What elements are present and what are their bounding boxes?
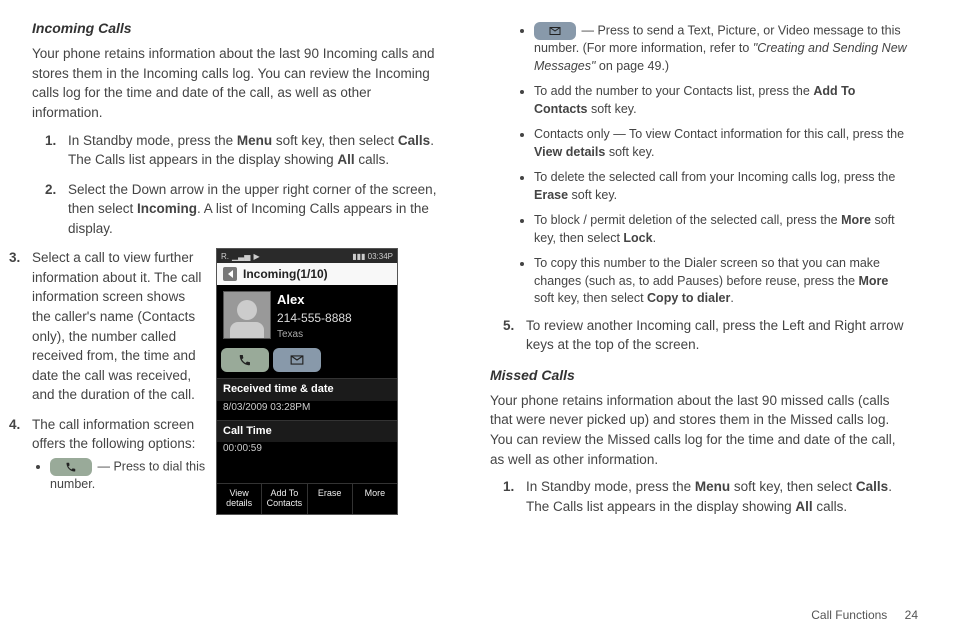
kw-menu: Menu: [237, 133, 272, 148]
step-4: The call information screen offers the f…: [24, 415, 206, 494]
kw-incoming: Incoming: [137, 201, 197, 216]
text: In Standby mode, press the: [526, 479, 695, 494]
softkey-row: View details Add To Contacts Erase More: [217, 483, 397, 514]
text: calls.: [813, 499, 848, 514]
step34-with-phone: Select a call to view further informatio…: [0, 248, 442, 514]
text: soft key.: [605, 145, 654, 159]
bullet-message: — Press to send a Text, Picture, or Vide…: [534, 22, 910, 75]
message-button[interactable]: [273, 348, 321, 372]
phone-statusbar: R. ▁▃▅ ▶ ▮▮▮ 03:34P: [217, 249, 397, 263]
step4-bullets-cont: — Press to send a Text, Picture, or Vide…: [534, 22, 910, 308]
steps-missed: In Standby mode, press the Menu soft key…: [518, 477, 910, 516]
contact-info: Alex 214-555-8888 Texas: [277, 291, 391, 342]
footer-page-number: 24: [905, 608, 918, 622]
incoming-intro: Your phone retains information about the…: [32, 44, 442, 122]
kw-all: All: [337, 152, 354, 167]
contact-location: Texas: [277, 328, 391, 343]
step-3: Select a call to view further informatio…: [24, 248, 206, 405]
kw: All: [795, 499, 812, 514]
softkey-add-contacts[interactable]: Add To Contacts: [262, 484, 307, 514]
step-2: Select the Down arrow in the upper right…: [60, 180, 442, 239]
phone-handset-icon: [238, 353, 252, 367]
audio-icon: ▶: [253, 251, 259, 263]
status-indicator: R.: [221, 251, 229, 263]
kw: Lock: [623, 231, 652, 245]
text: soft key, then select: [272, 133, 398, 148]
bullet-view-details: Contacts only — To view Contact informat…: [534, 126, 910, 161]
msg-icon-chip: [534, 23, 581, 37]
footer-section: Call Functions: [811, 608, 887, 622]
received-label: Received time & date: [217, 378, 397, 401]
phone-clock: 03:34P: [368, 252, 393, 261]
heading-incoming: Incoming Calls: [32, 18, 442, 38]
received-value: 8/03/2009 03:28PM: [217, 401, 397, 420]
signal-icon: ▁▃▅: [232, 251, 250, 263]
text: on page 49.): [595, 59, 669, 73]
battery-icon: ▮▮▮: [352, 252, 365, 261]
kw: Calls: [856, 479, 888, 494]
phone-screenshot: R. ▁▃▅ ▶ ▮▮▮ 03:34P Incoming(1/10): [216, 248, 398, 514]
page: Incoming Calls Your phone retains inform…: [0, 0, 954, 636]
envelope-icon: [290, 353, 304, 367]
bullet-copy-dialer: To copy this number to the Dialer screen…: [534, 255, 910, 308]
contact-name: Alex: [277, 291, 391, 310]
softkey-view-details[interactable]: View details: [217, 484, 262, 514]
kw: Copy to dialer: [647, 291, 730, 305]
dial-icon-chip: [50, 459, 97, 473]
text: .: [653, 231, 656, 245]
text: soft key.: [568, 188, 617, 202]
kw-calls: Calls: [398, 133, 430, 148]
back-icon[interactable]: [223, 267, 237, 281]
action-row: [217, 348, 397, 378]
softkey-erase[interactable]: Erase: [308, 484, 353, 514]
duration-label: Call Time: [217, 420, 397, 443]
phone-header: Incoming(1/10): [217, 263, 397, 285]
kw: View details: [534, 145, 605, 159]
bullet-add-contacts: To add the number to your Contacts list,…: [534, 83, 910, 118]
text: In Standby mode, press the: [68, 133, 237, 148]
contact-row: Alex 214-555-8888 Texas: [217, 285, 397, 348]
phone-header-label: Incoming(1/10): [243, 266, 328, 283]
bullet-dial: — Press to dial this number.: [50, 458, 206, 494]
text: To delete the selected call from your In…: [534, 170, 895, 184]
kw: More: [859, 274, 889, 288]
steps-34: Select a call to view further informatio…: [24, 248, 206, 493]
col-left: Incoming Calls Your phone retains inform…: [32, 18, 442, 628]
phone-handset-icon: [50, 458, 92, 476]
contact-number: 214-555-8888: [277, 310, 391, 327]
text: To copy this number to the Dialer screen…: [534, 256, 880, 288]
step34-text: Select a call to view further informatio…: [0, 248, 206, 503]
text: To add the number to your Contacts list,…: [534, 84, 813, 98]
step4-bullets: — Press to dial this number.: [50, 458, 206, 494]
step-5: To review another Incoming call, press t…: [518, 316, 910, 355]
heading-missed: Missed Calls: [490, 365, 910, 385]
col-right: — Press to send a Text, Picture, or Vide…: [490, 18, 910, 628]
text: soft key, then select: [534, 291, 647, 305]
step-1: In Standby mode, press the Menu soft key…: [60, 131, 442, 170]
page-footer: Call Functions 24: [811, 608, 918, 622]
dial-button[interactable]: [221, 348, 269, 372]
kw: Menu: [695, 479, 730, 494]
step-5-list: To review another Incoming call, press t…: [518, 316, 910, 355]
bullet-erase: To delete the selected call from your In…: [534, 169, 910, 204]
avatar-icon: [223, 291, 271, 339]
text: To block / permit deletion of the select…: [534, 213, 841, 227]
text: Contacts only — To view Contact informat…: [534, 127, 904, 141]
kw: Erase: [534, 188, 568, 202]
kw: More: [841, 213, 871, 227]
text: soft key.: [587, 102, 636, 116]
missed-intro: Your phone retains information about the…: [490, 391, 910, 469]
envelope-icon: [534, 22, 576, 40]
text: calls.: [355, 152, 390, 167]
duration-value: 00:00:59: [217, 442, 397, 461]
bullet-lock: To block / permit deletion of the select…: [534, 212, 910, 247]
missed-step-1: In Standby mode, press the Menu soft key…: [518, 477, 910, 516]
text: soft key, then select: [730, 479, 856, 494]
text: The call information screen offers the f…: [32, 417, 195, 452]
softkey-more[interactable]: More: [353, 484, 397, 514]
text: .: [730, 291, 733, 305]
steps-incoming: In Standby mode, press the Menu soft key…: [60, 131, 442, 239]
